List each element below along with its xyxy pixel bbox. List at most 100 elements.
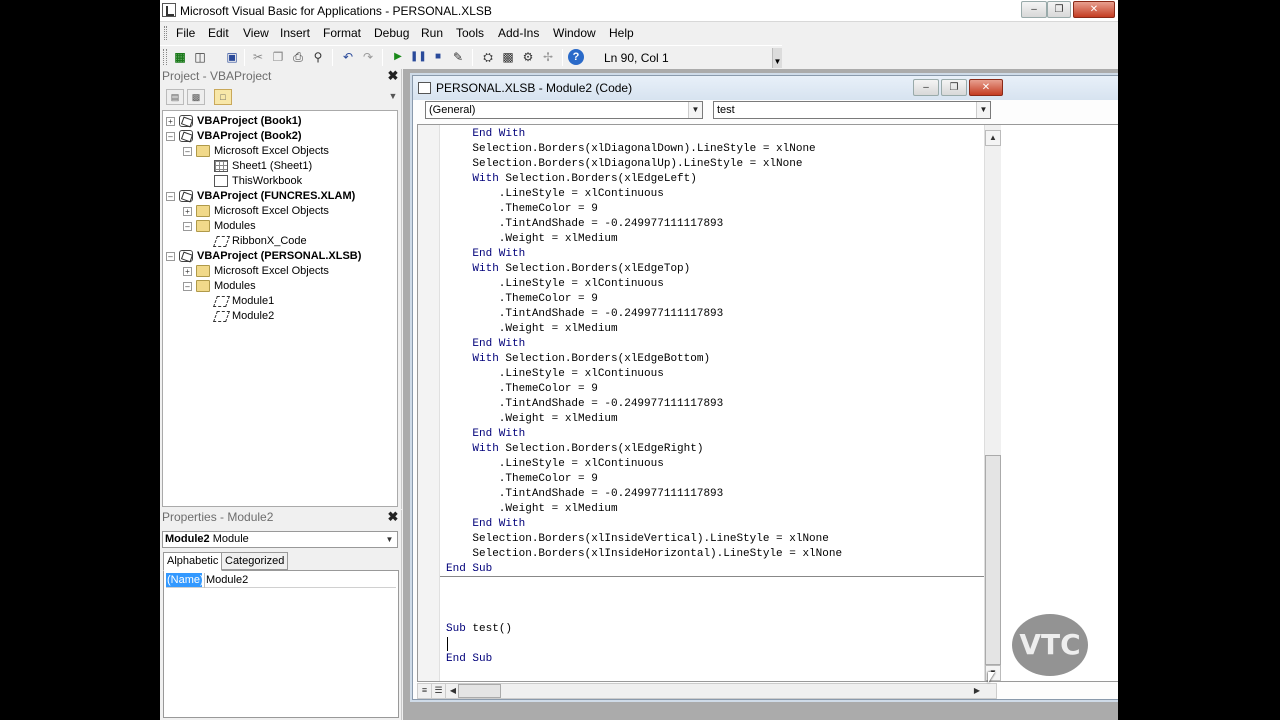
code-line[interactable]: .LineStyle = xlContinuous: [446, 277, 1118, 292]
properties-window-icon[interactable]: ▩: [500, 49, 516, 65]
tree-item-book2[interactable]: – VBAProject (Book2): [166, 129, 302, 144]
code-text[interactable]: End With Selection.Borders(xlDiagonalDow…: [446, 127, 1118, 681]
code-line[interactable]: With Selection.Borders(xlEdgeRight): [446, 442, 1118, 457]
scroll-right-icon[interactable]: ▶: [970, 684, 984, 698]
code-line[interactable]: .ThemeColor = 9: [446, 292, 1118, 307]
code-line[interactable]: .Weight = xlMedium: [446, 502, 1118, 517]
toolbar-options-icon[interactable]: ▼: [772, 48, 782, 68]
full-module-view-icon[interactable]: ☰: [432, 684, 446, 698]
collapse-icon[interactable]: –: [166, 131, 175, 141]
design-mode-icon[interactable]: ✎: [450, 49, 466, 65]
redo-icon[interactable]: ↷: [360, 49, 376, 65]
help-icon[interactable]: ?: [568, 49, 584, 65]
code-line[interactable]: End With: [446, 337, 1118, 352]
tree-item-sheet1[interactable]: Sheet1 (Sheet1): [214, 159, 312, 174]
code-line[interactable]: .ThemeColor = 9: [446, 382, 1118, 397]
procedure-combo[interactable]: test ▼: [713, 101, 991, 119]
project-explorer-close-icon[interactable]: ✖: [387, 69, 399, 82]
tree-item-personal[interactable]: – VBAProject (PERSONAL.XLSB): [166, 249, 361, 264]
toolbox-icon[interactable]: ✢: [540, 49, 556, 65]
code-line[interactable]: .TintAndShade = -0.249977111117893: [446, 487, 1118, 502]
code-line[interactable]: .LineStyle = xlContinuous: [446, 367, 1118, 382]
object-selector[interactable]: Module2 Module ▼: [162, 531, 398, 548]
code-line[interactable]: End With: [446, 247, 1118, 262]
code-line[interactable]: Selection.Borders(xlDiagonalUp).LineStyl…: [446, 157, 1118, 172]
code-line[interactable]: .Weight = xlMedium: [446, 322, 1118, 337]
code-line[interactable]: Selection.Borders(xlInsideHorizontal).Li…: [446, 547, 1118, 562]
code-line[interactable]: .ThemeColor = 9: [446, 202, 1118, 217]
copy-icon[interactable]: ❐: [270, 49, 286, 65]
menu-grip-icon[interactable]: [164, 26, 167, 40]
procedure-view-icon[interactable]: ≡: [418, 684, 432, 698]
menu-insert[interactable]: Insert: [280, 26, 310, 40]
collapse-icon[interactable]: –: [183, 146, 192, 156]
expand-icon[interactable]: +: [166, 116, 175, 126]
menu-add-ins[interactable]: Add-Ins: [498, 26, 539, 40]
menu-file[interactable]: File: [176, 26, 195, 40]
code-editor[interactable]: End With Selection.Borders(xlDiagonalDow…: [417, 124, 1118, 682]
scroll-up-icon[interactable]: ▲: [985, 130, 1001, 146]
menu-run[interactable]: Run: [421, 26, 443, 40]
object-browser-icon[interactable]: ⚙: [520, 49, 536, 65]
horizontal-scrollbar[interactable]: ≡ ☰ ◀ ▶: [417, 683, 997, 699]
code-line[interactable]: .TintAndShade = -0.249977111117893: [446, 307, 1118, 322]
tree-item-funcres[interactable]: – VBAProject (FUNCRES.XLAM): [166, 189, 355, 204]
vertical-scrollbar[interactable]: ▲ ▼: [984, 125, 1001, 681]
menu-help[interactable]: Help: [609, 26, 634, 40]
menu-format[interactable]: Format: [323, 26, 361, 40]
toggle-folders-icon[interactable]: □: [214, 89, 232, 105]
tree-item-excel-objects[interactable]: + Microsoft Excel Objects: [183, 204, 329, 219]
code-line[interactable]: [446, 607, 1118, 622]
code-line[interactable]: With Selection.Borders(xlEdgeBottom): [446, 352, 1118, 367]
cut-icon[interactable]: ✂: [250, 49, 266, 65]
project-toolbar-scroll-icon[interactable]: ▼: [388, 89, 398, 105]
tree-item-modules[interactable]: – Modules: [183, 219, 256, 234]
menu-edit[interactable]: Edit: [208, 26, 229, 40]
horizontal-scroll-thumb[interactable]: [458, 684, 501, 698]
chevron-down-icon[interactable]: ▼: [688, 102, 702, 118]
tree-item-module1[interactable]: Module1: [214, 294, 274, 309]
tree-item-modules[interactable]: – Modules: [183, 279, 256, 294]
code-line[interactable]: With Selection.Borders(xlEdgeTop): [446, 262, 1118, 277]
chevron-down-icon[interactable]: ▼: [976, 102, 990, 118]
code-line[interactable]: .TintAndShade = -0.249977111117893: [446, 217, 1118, 232]
tab-categorized[interactable]: Categorized: [221, 552, 289, 570]
menu-tools[interactable]: Tools: [456, 26, 484, 40]
code-line[interactable]: With Selection.Borders(xlEdgeLeft): [446, 172, 1118, 187]
tree-item-ribbonx-code[interactable]: RibbonX_Code: [214, 234, 307, 249]
tree-item-module2[interactable]: Module2: [214, 309, 274, 324]
code-line[interactable]: .Weight = xlMedium: [446, 232, 1118, 247]
collapse-icon[interactable]: –: [183, 281, 192, 291]
code-line[interactable]: End With: [446, 427, 1118, 442]
undo-icon[interactable]: ↶: [340, 49, 356, 65]
code-line[interactable]: .ThemeColor = 9: [446, 472, 1118, 487]
collapse-icon[interactable]: –: [166, 191, 175, 201]
code-line[interactable]: Selection.Borders(xlDiagonalDown).LineSt…: [446, 142, 1118, 157]
save-icon[interactable]: ▣: [224, 49, 240, 65]
code-minimize-button[interactable]: –: [913, 79, 939, 96]
break-icon[interactable]: ❚❚: [410, 49, 427, 65]
view-code-icon[interactable]: ▤: [166, 89, 184, 105]
run-icon[interactable]: ▶: [390, 49, 406, 65]
object-combo[interactable]: (General) ▼: [425, 101, 703, 119]
expand-icon[interactable]: +: [183, 206, 192, 216]
code-line[interactable]: .TintAndShade = -0.249977111117893: [446, 397, 1118, 412]
chevron-down-icon[interactable]: ▼: [383, 533, 396, 546]
close-button[interactable]: ✕: [1073, 1, 1115, 18]
properties-close-icon[interactable]: ✖: [387, 510, 399, 523]
property-row[interactable]: (Name) Module2: [166, 573, 396, 588]
code-line[interactable]: .Weight = xlMedium: [446, 412, 1118, 427]
insert-userform-icon[interactable]: ◫: [192, 49, 208, 65]
expand-icon[interactable]: +: [183, 266, 192, 276]
restore-button[interactable]: ❐: [1047, 1, 1071, 18]
tab-alphabetic[interactable]: Alphabetic: [163, 552, 223, 571]
tree-item-excel-objects[interactable]: + Microsoft Excel Objects: [183, 264, 329, 279]
code-line[interactable]: End With: [446, 517, 1118, 532]
find-icon[interactable]: ⚲: [310, 49, 326, 65]
property-value[interactable]: Module2: [206, 573, 248, 587]
vba-app-icon[interactable]: [162, 3, 176, 17]
code-line[interactable]: Selection.Borders(xlInsideVertical).Line…: [446, 532, 1118, 547]
code-line[interactable]: [446, 592, 1118, 607]
project-explorer-icon[interactable]: ⛭: [480, 49, 496, 65]
tree-item-thisworkbook[interactable]: ThisWorkbook: [214, 174, 302, 189]
